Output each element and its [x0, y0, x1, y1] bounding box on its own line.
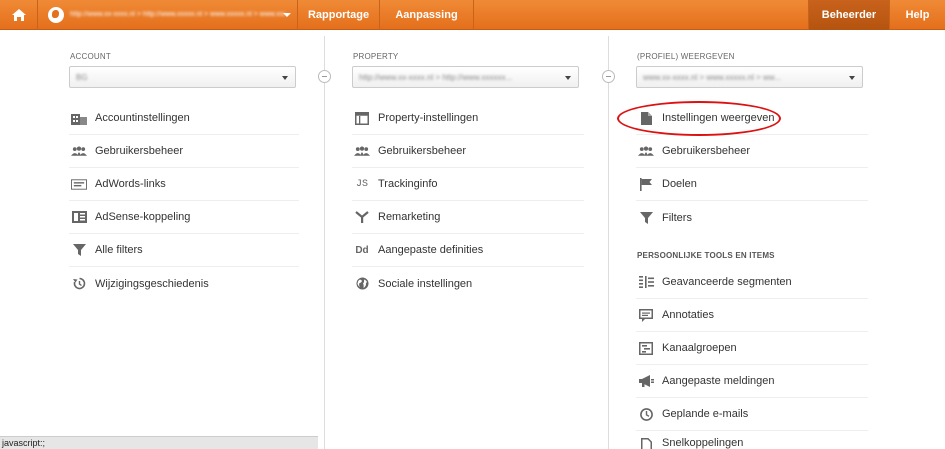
tracking-info-label: Trackinginfo	[378, 178, 438, 190]
account-column-label: ACCOUNT	[70, 52, 111, 61]
property-settings-link[interactable]: Property-instellingen	[352, 102, 584, 135]
account-select-value: BG	[76, 73, 88, 82]
account-settings-link[interactable]: Accountinstellingen	[69, 102, 299, 135]
social-settings-label: Sociale instellingen	[378, 277, 473, 290]
account-select[interactable]: BG	[69, 66, 296, 88]
advanced-segments-label: Geavanceerde segmenten	[662, 276, 792, 288]
channel-groups-label: Kanaalgroepen	[662, 342, 737, 354]
adwords-links-link[interactable]: AdWords-links	[69, 168, 299, 201]
arrow-right-icon	[602, 70, 615, 83]
property-user-management-link[interactable]: Gebruikersbeheer	[352, 135, 584, 168]
adwords-links-label: AdWords-links	[95, 178, 166, 190]
personal-tools-heading: PERSOONLIJKE TOOLS EN ITEMS	[637, 251, 775, 260]
annotations-link[interactable]: Annotaties	[636, 299, 868, 332]
megaphone-icon	[638, 374, 654, 388]
view-user-management-label: Gebruikersbeheer	[662, 145, 751, 157]
view-filters-link[interactable]: Filters	[636, 201, 868, 234]
tracking-info-link[interactable]: JS Trackinginfo	[352, 168, 584, 201]
account-user-management-label: Gebruikersbeheer	[95, 145, 184, 157]
adsense-linking-link[interactable]: AdSense-koppeling	[69, 201, 299, 234]
change-history-label: Wijzigingsgeschiedenis	[95, 277, 209, 290]
highlight-oval	[617, 101, 781, 136]
remarketing-label: Remarketing	[378, 211, 441, 223]
goals-label: Doelen	[662, 178, 697, 190]
view-filters-label: Filters	[662, 211, 692, 224]
filter-icon	[638, 211, 654, 225]
property-settings-label: Property-instellingen	[378, 112, 479, 124]
filter-icon	[71, 243, 87, 257]
view-select[interactable]: www.xx-xxxx.nl > www.xxxxx.nl > ww...	[636, 66, 863, 88]
property-select[interactable]: http://www.xx-xxxx.nl > http://www.xxxxx…	[352, 66, 579, 88]
shortcuts-link[interactable]: Snelkoppelingen	[636, 431, 868, 449]
change-history-link[interactable]: Wijzigingsgeschiedenis	[69, 267, 299, 300]
annotations-label: Annotaties	[662, 309, 714, 321]
social-settings-link[interactable]: Sociale instellingen	[352, 267, 584, 300]
building-icon	[71, 111, 87, 125]
chevron-down-icon	[283, 13, 291, 17]
tab-help[interactable]: Help	[890, 0, 945, 30]
adwords-icon	[71, 177, 87, 191]
tab-reporting[interactable]: Rapportage	[298, 0, 380, 30]
all-filters-link[interactable]: Alle filters	[69, 234, 299, 267]
globe-icon	[48, 7, 64, 23]
clock-icon	[638, 407, 654, 421]
users-icon	[71, 144, 87, 158]
browser-status-bar: javascript:;	[0, 436, 318, 449]
tab-admin[interactable]: Beheerder	[808, 0, 890, 30]
account-selector[interactable]: http://www.xx-xxxx.nl > http://www.xxxxx…	[38, 0, 298, 30]
tab-customization[interactable]: Aanpassing	[380, 0, 474, 30]
window-icon	[354, 111, 370, 125]
definitions-icon: Dd	[355, 244, 369, 256]
chevron-down-icon	[849, 76, 855, 80]
custom-definitions-link[interactable]: Dd Aangepaste definities	[352, 234, 584, 267]
goals-link[interactable]: Doelen	[636, 168, 868, 201]
account-settings-label: Accountinstellingen	[95, 112, 190, 124]
flag-icon	[638, 177, 654, 191]
account-selector-text: http://www.xx-xxxx.nl > http://www.xxxxx…	[70, 11, 285, 18]
segments-icon	[638, 275, 654, 289]
property-column-label: PROPERTY	[353, 52, 399, 61]
property-user-management-label: Gebruikersbeheer	[378, 145, 467, 157]
shortcuts-label: Snelkoppelingen	[662, 437, 744, 449]
chevron-down-icon	[282, 76, 288, 80]
column-divider	[324, 36, 325, 449]
adsense-icon	[71, 210, 87, 224]
all-filters-label: Alle filters	[95, 244, 143, 256]
channel-groups-link[interactable]: Kanaalgroepen	[636, 332, 868, 365]
javascript-icon: JS	[355, 178, 368, 190]
view-column-label: (PROFIEL) WEERGEVEN	[637, 52, 735, 61]
custom-alerts-link[interactable]: Aangepaste meldingen	[636, 365, 868, 398]
globe-icon	[354, 277, 370, 291]
remarketing-icon	[354, 210, 370, 224]
custom-alerts-label: Aangepaste meldingen	[662, 375, 775, 387]
account-user-management-link[interactable]: Gebruikersbeheer	[69, 135, 299, 168]
adsense-linking-label: AdSense-koppeling	[95, 211, 191, 223]
top-navigation-bar: http://www.xx-xxxx.nl > http://www.xxxxx…	[0, 0, 945, 30]
remarketing-link[interactable]: Remarketing	[352, 201, 584, 234]
arrow-right-icon	[318, 70, 331, 83]
view-select-value: www.xx-xxxx.nl > www.xxxxx.nl > ww...	[643, 73, 781, 82]
view-user-management-link[interactable]: Gebruikersbeheer	[636, 135, 868, 168]
speech-bubble-icon	[638, 308, 654, 322]
property-select-value: http://www.xx-xxxx.nl > http://www.xxxxx…	[359, 73, 513, 82]
scheduled-emails-link[interactable]: Geplande e-mails	[636, 398, 868, 431]
column-divider	[608, 36, 609, 449]
document-icon	[638, 437, 654, 449]
chevron-down-icon	[565, 76, 571, 80]
home-icon	[11, 9, 26, 21]
advanced-segments-link[interactable]: Geavanceerde segmenten	[636, 266, 868, 299]
home-button[interactable]	[0, 0, 38, 30]
users-icon	[638, 144, 654, 158]
history-icon	[71, 277, 87, 291]
scheduled-emails-label: Geplande e-mails	[662, 408, 749, 420]
users-icon	[354, 144, 370, 158]
custom-definitions-label: Aangepaste definities	[378, 244, 484, 256]
channel-groups-icon	[638, 341, 654, 355]
